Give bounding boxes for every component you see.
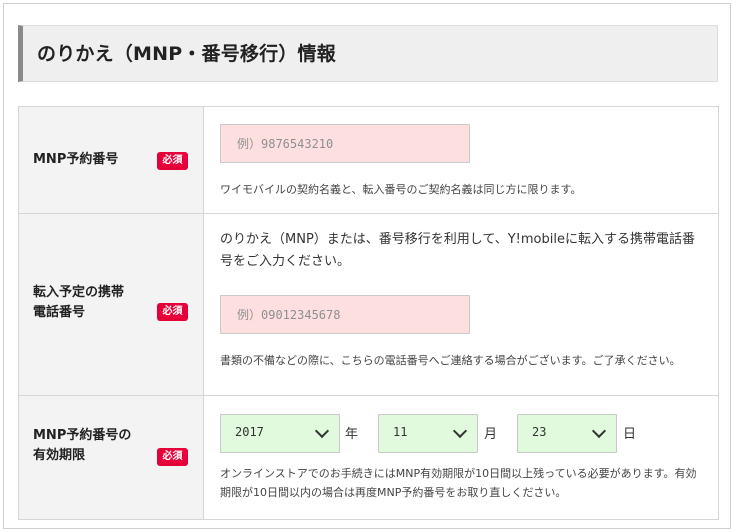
required-badge: 必須 bbox=[157, 448, 188, 466]
year-unit-label: 年 bbox=[345, 427, 359, 442]
chevron-down-icon bbox=[591, 423, 607, 439]
form-panel: のりかえ（MNP・番号移行）情報 MNP予約番号 必須 ワイモバイルの契約名義と… bbox=[3, 3, 731, 529]
mnp-expiry-label: MNP予約番号の 有効期限 bbox=[33, 426, 145, 466]
mnp-expiry-label-line2: 有効期限 bbox=[33, 448, 86, 463]
mnp-form-table: MNP予約番号 必須 ワイモバイルの契約名義と、転入番号のご契約名義は同じ方に限… bbox=[18, 106, 719, 520]
required-badge: 必須 bbox=[157, 152, 188, 170]
day-unit-label: 日 bbox=[623, 427, 637, 442]
transfer-phone-label-line1: 転入予定の携帯 bbox=[33, 285, 125, 300]
transfer-phone-note: 書類の不備などの際に、こちらの電話番号へご連絡する場合がございます。ご了承くださ… bbox=[220, 354, 681, 367]
transfer-phone-input[interactable] bbox=[220, 295, 470, 334]
month-unit-label: 月 bbox=[484, 427, 498, 442]
transfer-phone-label-cell: 転入予定の携帯 電話番号 必須 bbox=[19, 214, 204, 395]
expiry-year-value: 2017 bbox=[235, 425, 264, 439]
mnp-expiry-label-line1: MNP予約番号の bbox=[33, 428, 132, 443]
expiry-month-select[interactable]: 11 bbox=[378, 414, 478, 453]
mnp-expiry-row: MNP予約番号の 有効期限 必須 2017 年 11 月 23 日 オンラインス… bbox=[19, 395, 718, 519]
transfer-phone-content-cell: のりかえ（MNP）または、番号移行を利用して、Y!mobileに転入する携帯電話… bbox=[205, 214, 718, 395]
chevron-down-icon bbox=[452, 423, 468, 439]
expiry-day-select[interactable]: 23 bbox=[517, 414, 617, 453]
chevron-down-icon bbox=[314, 423, 330, 439]
mnp-number-note: ワイモバイルの契約名義と、転入番号のご契約名義は同じ方に限ります。 bbox=[220, 183, 582, 196]
mnp-number-row: MNP予約番号 必須 ワイモバイルの契約名義と、転入番号のご契約名義は同じ方に限… bbox=[19, 107, 718, 213]
mnp-expiry-label-cell: MNP予約番号の 有効期限 必須 bbox=[19, 396, 204, 519]
expiry-month-value: 11 bbox=[393, 425, 408, 439]
mnp-number-label-cell: MNP予約番号 必須 bbox=[19, 107, 204, 213]
transfer-phone-row: 転入予定の携帯 電話番号 必須 のりかえ（MNP）または、番号移行を利用して、Y… bbox=[19, 213, 718, 395]
mnp-number-content-cell: ワイモバイルの契約名義と、転入番号のご契約名義は同じ方に限ります。 bbox=[205, 107, 718, 213]
transfer-phone-label: 転入予定の携帯 電話番号 bbox=[33, 283, 145, 323]
expiry-year-select[interactable]: 2017 bbox=[220, 414, 340, 453]
mnp-number-label: MNP予約番号 bbox=[33, 152, 119, 167]
required-badge: 必須 bbox=[157, 303, 188, 321]
mnp-number-input[interactable] bbox=[220, 124, 470, 163]
expiry-day-value: 23 bbox=[532, 425, 547, 439]
mnp-expiry-note: オンラインストアでのお手続きにはMNP有効期限が10日間以上残っている必要があり… bbox=[220, 467, 697, 499]
section-title: のりかえ（MNP・番号移行）情報 bbox=[37, 43, 336, 65]
mnp-expiry-content-cell: 2017 年 11 月 23 日 オンラインストアでのお手続きにはMNP有効期限… bbox=[205, 396, 718, 519]
transfer-phone-label-line2: 電話番号 bbox=[33, 305, 86, 320]
section-header: のりかえ（MNP・番号移行）情報 bbox=[18, 25, 718, 82]
transfer-phone-intro: のりかえ（MNP）または、番号移行を利用して、Y!mobileに転入する携帯電話… bbox=[220, 232, 695, 269]
